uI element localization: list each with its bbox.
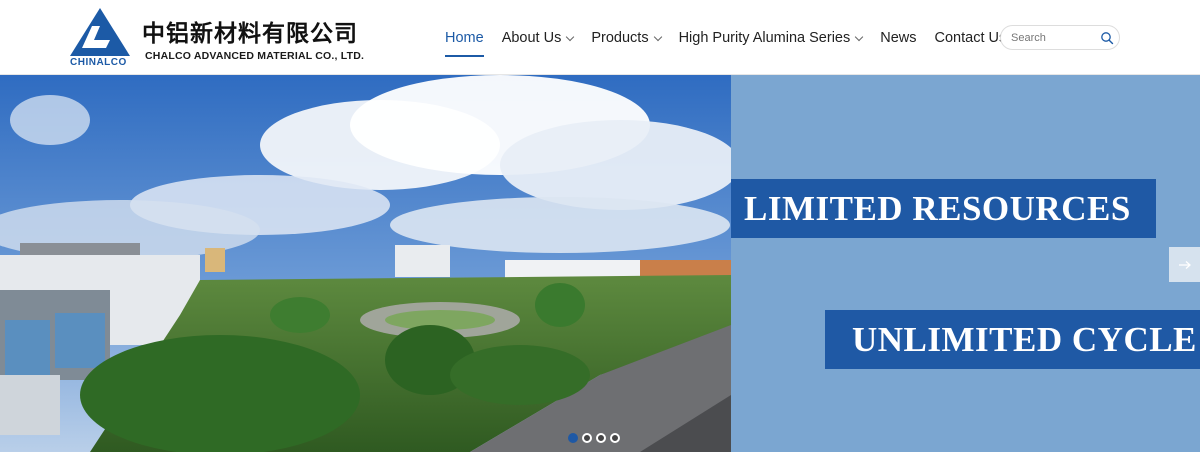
industrial-campus-photo xyxy=(0,75,731,452)
nav-news-label: News xyxy=(880,30,917,46)
nav-high-purity-alumina-label: High Purity Alumina Series xyxy=(678,30,851,46)
hero-slider: LIMITED RESOURCES UNLIMITED CYCLE xyxy=(0,75,1200,452)
logo-wordmark: CHINALCO xyxy=(70,57,127,68)
slider-pagination xyxy=(568,433,624,443)
nav-products-label: Products xyxy=(591,30,649,46)
slogan-limited-resources: LIMITED RESOURCES xyxy=(731,179,1156,238)
company-name-zh: 中铝新材料有限公司 xyxy=(142,21,358,47)
nav-about-us[interactable]: About Us xyxy=(501,28,575,48)
nav-home[interactable]: Home xyxy=(445,28,484,57)
slogan-panel xyxy=(731,75,1200,452)
slider-next-button[interactable] xyxy=(1169,247,1200,282)
arrow-right-icon xyxy=(1178,260,1191,269)
slider-dot-3[interactable] xyxy=(596,433,606,443)
nav-products[interactable]: Products xyxy=(591,28,662,48)
slogan-unlimited-cycle: UNLIMITED CYCLE xyxy=(825,310,1200,369)
nav-contact-us-label: Contact Us xyxy=(934,30,1007,46)
company-name-en: CHALCO ADVANCED MATERIAL CO., LTD. xyxy=(145,50,365,62)
slider-dot-4[interactable] xyxy=(610,433,620,443)
site-header: CHINALCO 中铝新材料有限公司 CHALCO ADVANCED MATER… xyxy=(0,0,1200,75)
main-nav: Home About Us Products High Purity Alumi… xyxy=(445,28,1024,57)
search-icon[interactable] xyxy=(1100,31,1114,45)
slider-dot-1[interactable] xyxy=(568,433,578,443)
search-input[interactable] xyxy=(1011,30,1096,46)
chevron-down-icon xyxy=(855,32,864,41)
chevron-down-icon xyxy=(566,32,575,41)
search-box xyxy=(1000,25,1120,50)
nav-home-label: Home xyxy=(445,30,484,46)
chevron-down-icon xyxy=(653,32,662,41)
slider-dot-2[interactable] xyxy=(582,433,592,443)
nav-about-us-label: About Us xyxy=(501,30,562,46)
nav-contact-us[interactable]: Contact Us xyxy=(935,28,1007,48)
nav-high-purity-alumina[interactable]: High Purity Alumina Series xyxy=(678,28,864,48)
nav-news[interactable]: News xyxy=(880,28,916,48)
